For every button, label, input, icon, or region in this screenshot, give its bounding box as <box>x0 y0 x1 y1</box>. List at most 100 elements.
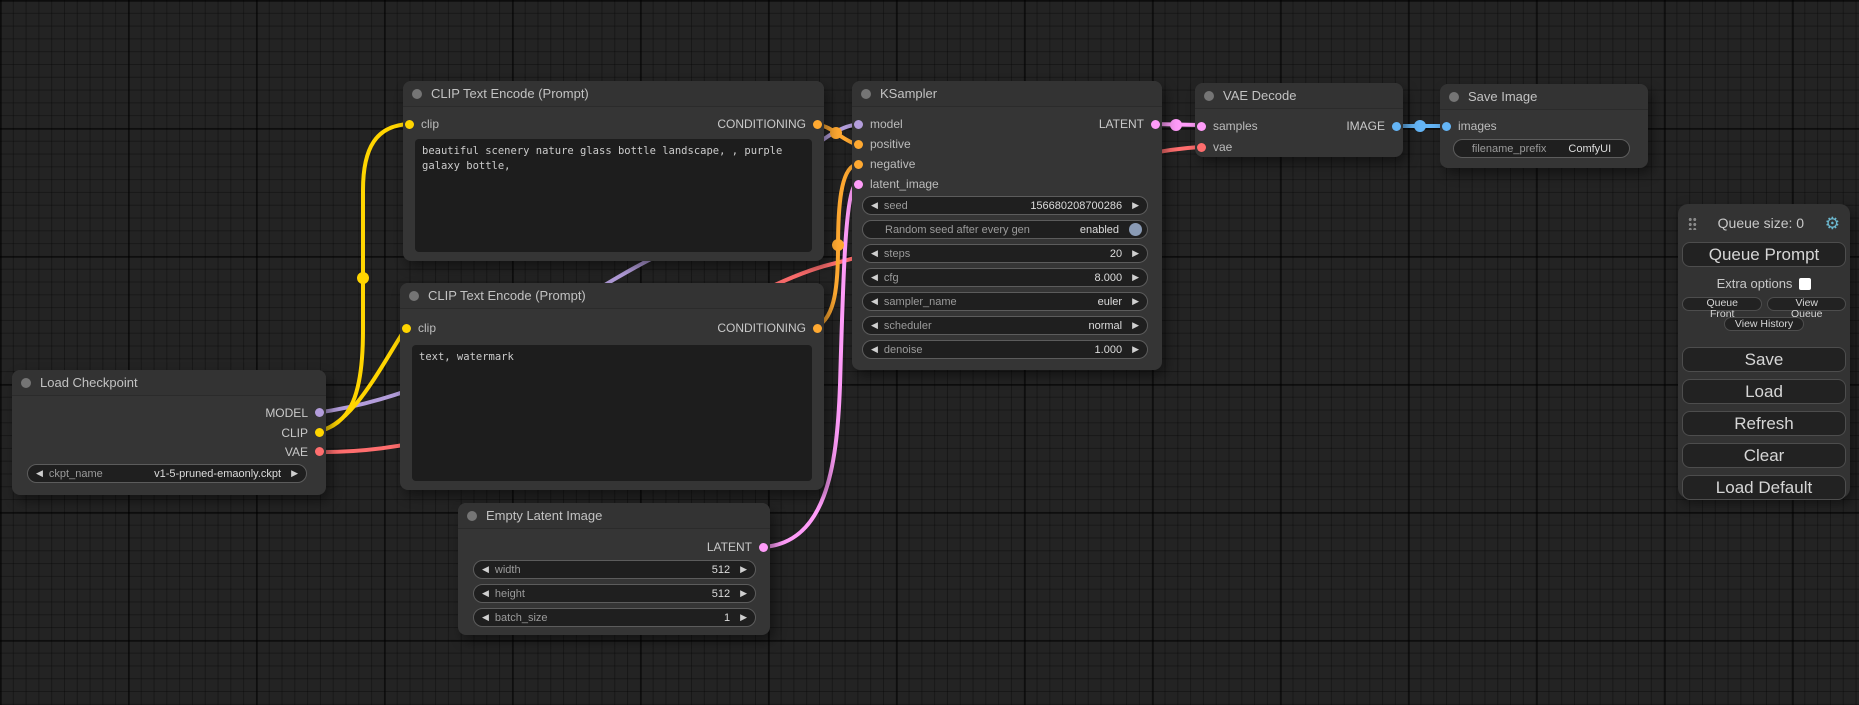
conditioning-output-port[interactable] <box>813 324 822 333</box>
decrement-arrow-icon[interactable] <box>36 469 43 478</box>
positive-prompt-textarea[interactable]: beautiful scenery nature glass bottle la… <box>415 139 812 252</box>
input-label: vae <box>1213 140 1232 154</box>
samples-input-port[interactable] <box>1197 122 1206 131</box>
decrement-arrow-icon[interactable] <box>871 345 878 354</box>
output-label: CLIP <box>281 426 308 440</box>
increment-arrow-icon[interactable] <box>1132 345 1139 354</box>
decrement-arrow-icon[interactable] <box>871 273 878 282</box>
cfg-widget[interactable]: cfg 8.000 <box>862 268 1148 287</box>
toggle-dot-icon[interactable] <box>1129 223 1142 236</box>
node-title-bar[interactable]: Save Image <box>1440 84 1648 110</box>
input-label: images <box>1458 119 1497 133</box>
decrement-arrow-icon[interactable] <box>871 249 878 258</box>
negative-prompt-textarea[interactable]: text, watermark <box>412 345 812 481</box>
node-clip-text-encode-positive[interactable]: CLIP Text Encode (Prompt) clip CONDITION… <box>403 81 824 261</box>
increment-arrow-icon[interactable] <box>1132 249 1139 258</box>
image-output-port[interactable] <box>1392 122 1401 131</box>
increment-arrow-icon[interactable] <box>740 613 747 622</box>
refresh-button[interactable]: Refresh <box>1682 411 1846 436</box>
model-output-port[interactable] <box>315 408 324 417</box>
positive-input-port[interactable] <box>854 140 863 149</box>
denoise-widget[interactable]: denoise 1.000 <box>862 340 1148 359</box>
view-queue-button[interactable]: View Queue <box>1767 297 1846 311</box>
node-title: CLIP Text Encode (Prompt) <box>428 288 586 303</box>
node-empty-latent-image[interactable]: Empty Latent Image LATENT width 512 heig… <box>458 503 770 635</box>
settings-gear-icon[interactable] <box>1825 215 1840 232</box>
latent-output-port[interactable] <box>1151 120 1160 129</box>
input-label: latent_image <box>870 177 939 191</box>
vae-output-port[interactable] <box>315 447 324 456</box>
collapse-dot-icon[interactable] <box>861 89 871 99</box>
node-title-bar[interactable]: VAE Decode <box>1195 83 1403 109</box>
node-ksampler[interactable]: KSampler model LATENT positive negative … <box>852 81 1162 370</box>
link-midpoint-dot <box>832 239 844 251</box>
clip-input-port[interactable] <box>405 120 414 129</box>
conditioning-output-port[interactable] <box>813 120 822 129</box>
increment-arrow-icon[interactable] <box>291 469 298 478</box>
node-title-bar[interactable]: Load Checkpoint <box>12 370 326 396</box>
random-seed-toggle-widget[interactable]: Random seed after every gen enabled <box>862 220 1148 239</box>
decrement-arrow-icon[interactable] <box>482 613 489 622</box>
scheduler-widget[interactable]: scheduler normal <box>862 316 1148 335</box>
width-widget[interactable]: width 512 <box>473 560 756 579</box>
node-load-checkpoint[interactable]: Load Checkpoint MODEL CLIP VAE ckpt_name… <box>12 370 326 495</box>
latent-output-port[interactable] <box>759 543 768 552</box>
queue-prompt-button[interactable]: Queue Prompt <box>1682 242 1846 267</box>
widget-value: enabled <box>1080 224 1129 236</box>
node-clip-text-encode-negative[interactable]: CLIP Text Encode (Prompt) clip CONDITION… <box>400 283 824 490</box>
increment-arrow-icon[interactable] <box>740 565 747 574</box>
input-label: model <box>870 117 903 131</box>
comfyui-canvas[interactable]: { "colors":{ "model":"#B39DDB","clip":"#… <box>0 0 1859 705</box>
node-vae-decode[interactable]: VAE Decode samples IMAGE vae <box>1195 83 1403 157</box>
collapse-dot-icon[interactable] <box>467 511 477 521</box>
vae-input-port[interactable] <box>1197 143 1206 152</box>
view-history-button[interactable]: View History <box>1724 317 1804 331</box>
decrement-arrow-icon[interactable] <box>871 297 878 306</box>
filename-prefix-widget[interactable]: filename_prefix ComfyUI <box>1453 139 1630 158</box>
clip-output-port[interactable] <box>315 428 324 437</box>
sampler-name-widget[interactable]: sampler_name euler <box>862 292 1148 311</box>
increment-arrow-icon[interactable] <box>1132 273 1139 282</box>
increment-arrow-icon[interactable] <box>1132 297 1139 306</box>
model-input-port[interactable] <box>854 120 863 129</box>
load-button[interactable]: Load <box>1682 379 1846 404</box>
queue-front-button[interactable]: Queue Front <box>1682 297 1762 311</box>
collapse-dot-icon[interactable] <box>1204 91 1214 101</box>
link-midpoint-dot <box>357 272 369 284</box>
load-default-button[interactable]: Load Default <box>1682 475 1846 500</box>
increment-arrow-icon[interactable] <box>740 589 747 598</box>
node-title-bar[interactable]: Empty Latent Image <box>458 503 770 529</box>
node-title: Load Checkpoint <box>40 375 138 390</box>
extra-options-checkbox[interactable] <box>1799 278 1811 290</box>
output-label: CONDITIONING <box>717 321 806 335</box>
decrement-arrow-icon[interactable] <box>871 201 878 210</box>
node-title-bar[interactable]: KSampler <box>852 81 1162 107</box>
node-title-bar[interactable]: CLIP Text Encode (Prompt) <box>400 283 824 309</box>
decrement-arrow-icon[interactable] <box>871 321 878 330</box>
increment-arrow-icon[interactable] <box>1132 321 1139 330</box>
queue-menu-panel: Queue size: 0 Queue Prompt Extra options… <box>1678 204 1850 498</box>
steps-widget[interactable]: steps 20 <box>862 244 1148 263</box>
images-input-port[interactable] <box>1442 122 1451 131</box>
ckpt-name-widget[interactable]: ckpt_name v1-5-pruned-emaonly.ckpt <box>27 464 307 483</box>
collapse-dot-icon[interactable] <box>409 291 419 301</box>
seed-widget[interactable]: seed 156680208700286 <box>862 196 1148 215</box>
decrement-arrow-icon[interactable] <box>482 565 489 574</box>
save-button[interactable]: Save <box>1682 347 1846 372</box>
increment-arrow-icon[interactable] <box>1132 201 1139 210</box>
negative-input-port[interactable] <box>854 160 863 169</box>
widget-value: 1 <box>724 612 740 624</box>
clear-button[interactable]: Clear <box>1682 443 1846 468</box>
collapse-dot-icon[interactable] <box>1449 92 1459 102</box>
decrement-arrow-icon[interactable] <box>482 589 489 598</box>
clip-input-port[interactable] <box>402 324 411 333</box>
latent-image-input-port[interactable] <box>854 180 863 189</box>
node-save-image[interactable]: Save Image images filename_prefix ComfyU… <box>1440 84 1648 168</box>
node-title-bar[interactable]: CLIP Text Encode (Prompt) <box>403 81 824 107</box>
link-midpoint-dot <box>830 127 842 139</box>
batch-size-widget[interactable]: batch_size 1 <box>473 608 756 627</box>
drag-handle-icon[interactable] <box>1688 216 1697 230</box>
height-widget[interactable]: height 512 <box>473 584 756 603</box>
collapse-dot-icon[interactable] <box>412 89 422 99</box>
collapse-dot-icon[interactable] <box>21 378 31 388</box>
